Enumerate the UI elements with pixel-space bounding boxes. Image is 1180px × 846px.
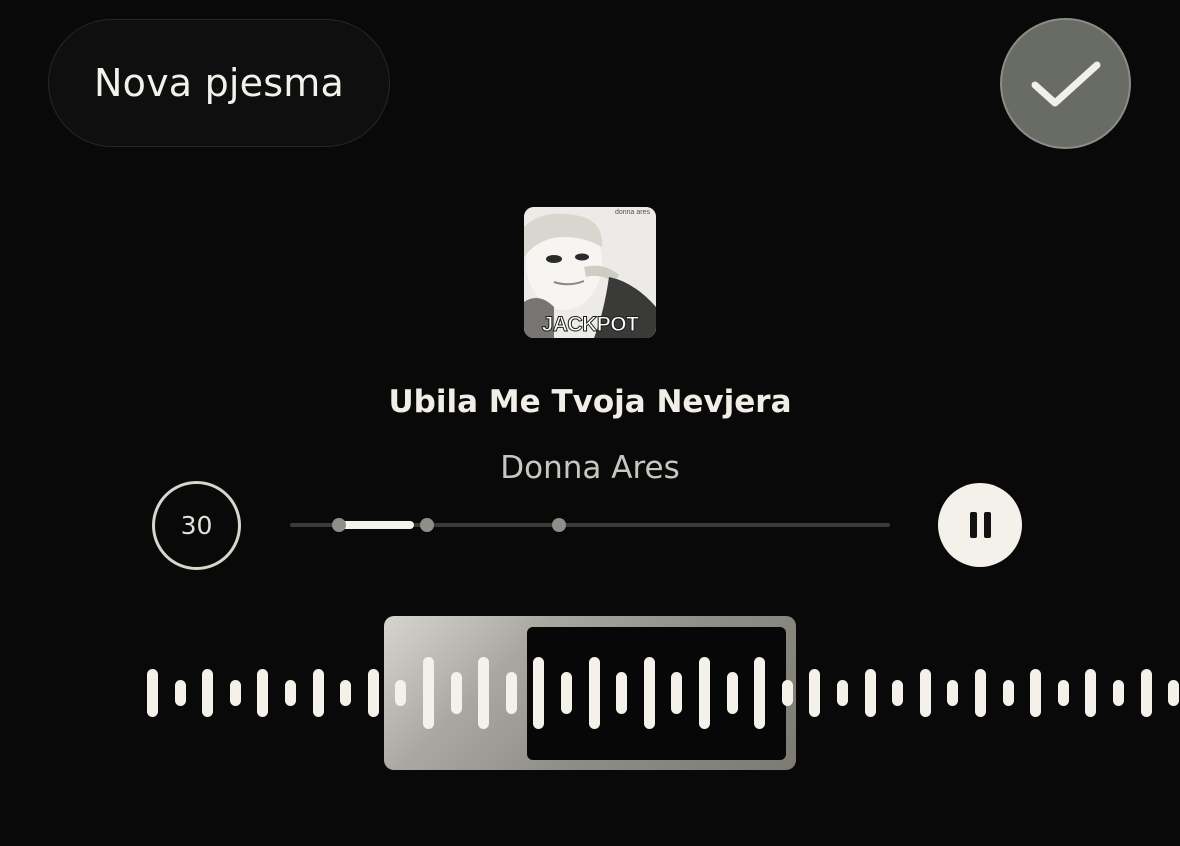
confirm-button[interactable]: [1000, 18, 1131, 149]
progress-marker: [420, 518, 434, 532]
waveform-bar: [671, 672, 683, 714]
waveform-bar: [588, 657, 600, 729]
waveform-bar: [1113, 680, 1124, 706]
waveform-bar: [699, 657, 710, 729]
song-title: Ubila Me Tvoja Nevjera: [388, 384, 792, 420]
waveform-bar: [285, 680, 296, 706]
waveform-bar: [754, 657, 766, 729]
playback-progress[interactable]: [290, 518, 890, 532]
clip-length-label: 30: [180, 511, 213, 540]
progress-fill: [334, 521, 414, 529]
waveform-bar: [975, 669, 986, 717]
pause-button[interactable]: [938, 483, 1022, 567]
waveform-bar: [1085, 669, 1097, 717]
waveform-bar: [864, 669, 876, 717]
waveform-bar: [174, 680, 186, 706]
waveform-bar: [450, 672, 462, 714]
waveform-bar: [1140, 669, 1152, 717]
waveform-bar: [892, 680, 904, 706]
waveform-bar: [505, 672, 517, 714]
waveform-bar: [561, 672, 572, 714]
cover-artist-text: donna ares: [614, 209, 650, 216]
checkmark-icon: [1031, 61, 1100, 106]
waveform-bar: [478, 657, 490, 729]
cover-album-title: JACKPOT: [541, 313, 639, 337]
waveform-bar: [726, 672, 738, 714]
waveform-bar: [312, 669, 324, 717]
album-cover: donna ares JACKPOT: [524, 207, 656, 338]
waveform-bar: [533, 657, 545, 729]
waveform-bar: [837, 680, 848, 706]
waveform-bar: [919, 669, 931, 717]
waveform-bar: [202, 669, 214, 717]
waveform-bar: [395, 680, 407, 706]
pause-icon: [983, 512, 991, 538]
pause-icon: [969, 512, 977, 538]
waveform-bar: [229, 680, 241, 706]
lyrics-clip-editor: Nova pjesma donna ares JACKPOT Ubila Me …: [0, 0, 1180, 846]
new-song-label: Nova pjesma: [94, 61, 344, 105]
waveform-bar: [423, 657, 434, 729]
waveform-bar: [147, 669, 158, 717]
waveform-bar: [643, 657, 655, 729]
waveform-scrubber[interactable]: [0, 600, 1180, 780]
progress-marker: [332, 518, 346, 532]
clip-length-button[interactable]: 30: [152, 481, 241, 570]
progress-marker: [552, 518, 566, 532]
waveform-bar: [1002, 680, 1014, 706]
waveform-bar: [947, 680, 959, 706]
song-artist: Donna Ares: [500, 450, 680, 486]
waveform-bar: [1057, 680, 1069, 706]
waveform-bar: [1168, 680, 1180, 706]
waveform-bar: [257, 669, 269, 717]
waveform-bar: [1030, 669, 1042, 717]
new-song-button[interactable]: Nova pjesma: [48, 19, 390, 147]
waveform-bar: [367, 669, 379, 717]
waveform-bar: [809, 669, 821, 717]
waveform-bar: [340, 680, 352, 706]
waveform-bar: [616, 672, 628, 714]
waveform-bar: [781, 680, 793, 706]
